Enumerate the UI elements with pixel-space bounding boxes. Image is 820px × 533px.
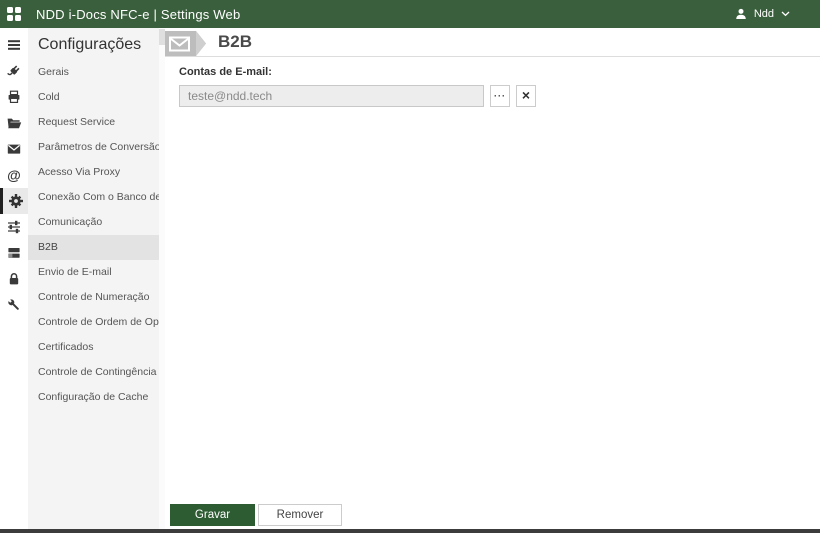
sidebar-item-envio-de-email[interactable]: Envio de E-mail <box>28 260 165 285</box>
mail-icon[interactable] <box>0 136 28 162</box>
lock-icon[interactable] <box>0 266 28 292</box>
printer-icon[interactable] <box>0 84 28 110</box>
envelope-badge-icon <box>165 31 206 56</box>
server-icon[interactable] <box>0 240 28 266</box>
page-header: B2B <box>165 28 820 57</box>
sidebar-item-controle-de-contingencia[interactable]: Controle de Contingência <box>28 360 165 385</box>
sidebar-item-comunicacao[interactable]: Comunicação <box>28 210 165 235</box>
settings-sidebar: Configurações Gerais Cold Request Service P… <box>28 28 165 529</box>
sidebar-item-certificados[interactable]: Certificados <box>28 335 165 360</box>
footer-actions: Gravar Remover <box>170 504 342 526</box>
apps-grid-icon[interactable] <box>0 0 28 28</box>
ellipsis-icon: ··· <box>494 91 506 101</box>
wrench-icon[interactable] <box>0 292 28 318</box>
sidebar-item-conexao-banco-de-dados[interactable]: Conexão Com o Banco de Dados <box>28 185 165 210</box>
clear-button[interactable]: × <box>516 85 536 107</box>
gear-icon[interactable] <box>0 188 28 214</box>
sidebar-item-acesso-via-proxy[interactable]: Acesso Via Proxy <box>28 160 165 185</box>
b2b-form: Contas de E-mail: ··· × <box>165 57 820 107</box>
app-title: NDD i-Docs NFC-e | Settings Web <box>36 6 241 22</box>
sidebar-title: Configurações <box>38 36 142 53</box>
plug-icon[interactable] <box>0 58 28 84</box>
email-accounts-label: Contas de E-mail: <box>179 66 272 78</box>
sidebar-item-gerais[interactable]: Gerais <box>28 60 165 85</box>
page-title: B2B <box>218 32 253 51</box>
email-accounts-input[interactable] <box>179 85 484 107</box>
sidebar-item-parametros-de-conversao[interactable]: Parâmetros de Conversão <box>28 135 165 160</box>
sliders-icon[interactable] <box>0 214 28 240</box>
remove-button[interactable]: Remover <box>258 504 342 526</box>
email-input-row: ··· × <box>179 85 820 107</box>
sidebar-item-controle-ordem-operacao[interactable]: Controle de Ordem de Operação <box>28 310 165 335</box>
top-bar: NDD i-Docs NFC-e | Settings Web Ndd <box>0 0 820 28</box>
browse-button[interactable]: ··· <box>490 85 510 107</box>
sidebar-item-cold[interactable]: Cold <box>28 85 165 110</box>
sidebar-item-request-service[interactable]: Request Service <box>28 110 165 135</box>
folder-icon[interactable] <box>0 110 28 136</box>
user-icon <box>736 8 746 19</box>
sidebar-item-b2b[interactable]: B2B <box>28 235 165 260</box>
at-glyph: @ <box>7 167 21 183</box>
menu-icon[interactable] <box>0 32 28 58</box>
sidebar-menu: Gerais Cold Request Service Parâmetros de C… <box>28 60 165 410</box>
chevron-down-icon <box>781 11 790 17</box>
sidebar-item-controle-de-numeracao[interactable]: Controle de Numeração <box>28 285 165 310</box>
main-panel: B2B Contas de E-mail: ··· × Gravar Remov… <box>165 28 820 529</box>
user-name: Ndd <box>753 8 774 20</box>
bottom-bar <box>0 529 820 533</box>
grid-icon <box>7 7 21 21</box>
sidebar-item-configuracao-de-cache[interactable]: Configuração de Cache <box>28 385 165 410</box>
user-menu[interactable]: Ndd <box>735 8 790 20</box>
at-sign-icon[interactable]: @ <box>0 162 28 188</box>
x-icon: × <box>521 87 531 103</box>
icon-strip: @ <box>0 28 28 529</box>
save-button[interactable]: Gravar <box>170 504 255 526</box>
